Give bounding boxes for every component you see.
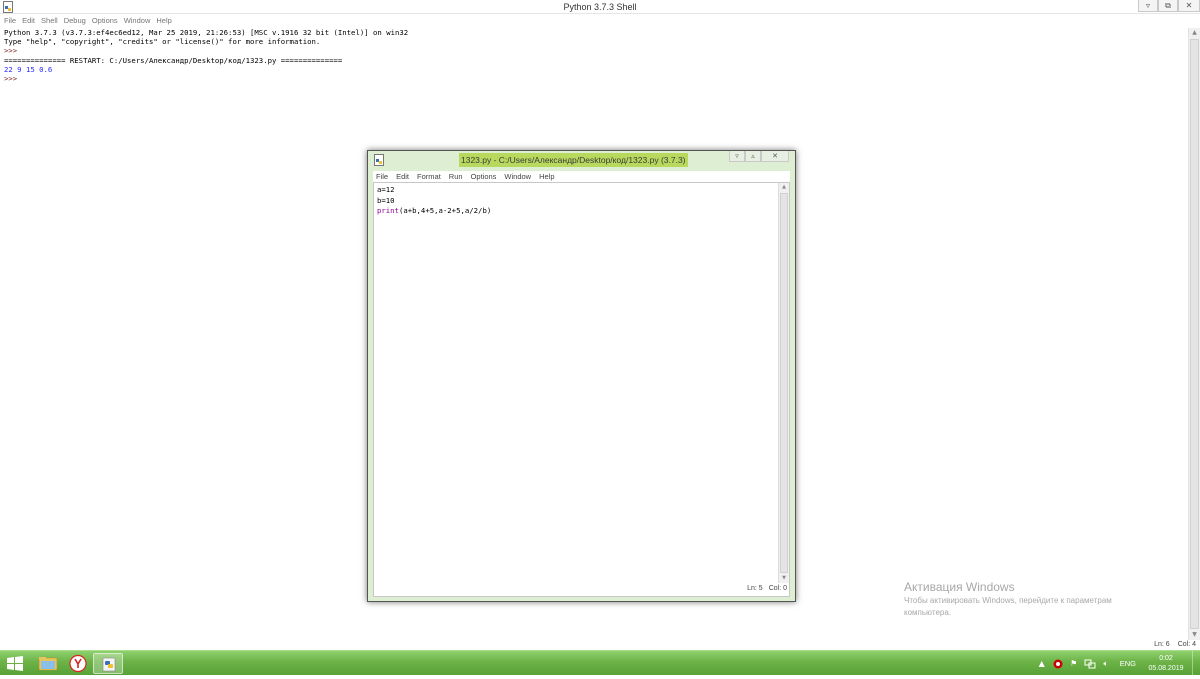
close-button[interactable]: ✕: [1178, 0, 1200, 12]
editor-menu-format[interactable]: Format: [417, 171, 445, 182]
code-args: (a+b,4+5,a-2+5,a/2/b): [398, 206, 492, 216]
shell-vertical-scrollbar[interactable]: ▲ ▼: [1188, 28, 1200, 640]
menu-options[interactable]: Options: [92, 15, 122, 27]
system-tray: ▲ ⚑ 🔈︎ ENG 0:02 05.08.2019: [1032, 651, 1200, 676]
editor-menu-edit[interactable]: Edit: [396, 171, 413, 182]
editor-window-controls: ▿ ▵ ✕: [729, 151, 789, 162]
activation-title: Активация Windows: [904, 580, 1015, 594]
clock-date: 05.08.2019: [1148, 664, 1184, 672]
menu-window[interactable]: Window: [124, 15, 155, 27]
taskbar-browser-button[interactable]: [63, 653, 93, 674]
menu-shell[interactable]: Shell: [41, 15, 62, 27]
editor-minimize-button[interactable]: ▿: [729, 151, 745, 162]
status-col: Col: 4: [1177, 641, 1196, 648]
input-language[interactable]: ENG: [1120, 659, 1136, 668]
scroll-thumb[interactable]: [780, 193, 788, 573]
show-hidden-icons-icon[interactable]: ▲: [1036, 658, 1048, 670]
shell-prompt: >>>: [4, 46, 22, 56]
clock[interactable]: 0:02 05.08.2019: [1144, 654, 1188, 674]
editor-menu-help[interactable]: Help: [539, 171, 558, 182]
shell-titlebar[interactable]: Python 3.7.3 Shell ▿ ⧉ ✕: [0, 0, 1200, 14]
volume-icon[interactable]: 🔈︎: [1100, 658, 1112, 670]
restore-icon: ⧉: [1165, 0, 1171, 10]
start-button-windows-icon[interactable]: [4, 654, 26, 673]
editor-maximize-button[interactable]: ▵: [745, 151, 761, 162]
menu-debug[interactable]: Debug: [64, 15, 90, 27]
minimize-icon: ▿: [1145, 1, 1150, 10]
shell-output-line: 22 9 15 0.6: [4, 64, 53, 74]
code-line: b=10: [377, 195, 395, 205]
editor-title: 1323.py - C:/Users/Александр/Desktop/код…: [459, 153, 688, 167]
maximize-button[interactable]: ⧉: [1158, 0, 1178, 12]
shell-window-controls: ▿ ⧉ ✕: [1138, 0, 1200, 12]
editor-menu-options[interactable]: Options: [471, 171, 501, 182]
close-icon: ✕: [772, 152, 778, 160]
editor-body: a=12 b=10 print(a+b,4+5,a-2+5,a/2/b) ▲ ▼ L…: [373, 182, 790, 597]
action-center-flag-icon[interactable]: ⚑: [1068, 658, 1080, 670]
editor-menubar: File Edit Format Run Options Window Help: [373, 171, 790, 182]
idle-file-icon: [374, 154, 384, 166]
taskbar-explorer-button[interactable]: [33, 653, 63, 674]
minimize-button[interactable]: ▿: [1138, 0, 1158, 12]
editor-statusbar: Ln: 5 Col: 0: [747, 584, 787, 594]
code-line: a=12: [377, 185, 395, 194]
menu-edit[interactable]: Edit: [22, 15, 39, 27]
editor-titlebar[interactable]: 1323.py - C:/Users/Александр/Desktop/код…: [368, 151, 795, 169]
editor-menu-run[interactable]: Run: [449, 171, 467, 182]
python-icon: [102, 657, 116, 672]
status-line: Ln: 6: [1154, 641, 1170, 648]
taskbar: ▲ ⚑ 🔈︎ ENG 0:02 05.08.2019: [0, 650, 1200, 676]
clock-time: 0:02: [1159, 654, 1173, 662]
maximize-icon: ▵: [751, 152, 755, 160]
code-editor-text[interactable]: a=12 b=10 print(a+b,4+5,a-2+5,a/2/b): [377, 185, 777, 585]
status-line: Ln: 5: [747, 585, 763, 592]
shell-title: Python 3.7.3 Shell: [563, 2, 637, 12]
minimize-icon: ▿: [735, 152, 739, 160]
menu-help[interactable]: Help: [156, 15, 175, 27]
yandex-browser-icon: [69, 654, 87, 673]
shell-prompt: >>>: [4, 74, 22, 84]
shell-menubar: File Edit Shell Debug Options Window Hel…: [0, 15, 1200, 27]
activation-watermark: Активация Windows Чтобы активировать Win…: [904, 579, 1194, 619]
folder-icon: [38, 657, 58, 671]
shell-banner-line: Python 3.7.3 (v3.7.3:ef4ec6ed12, Mar 25 …: [4, 28, 409, 37]
editor-window: 1323.py - C:/Users/Александр/Desktop/код…: [367, 150, 796, 602]
activation-text: Чтобы активировать Windows, перейдите к …: [904, 596, 1112, 617]
taskbar-python-button[interactable]: [93, 653, 123, 674]
show-desktop-button[interactable]: [1192, 651, 1200, 676]
shell-statusbar: Ln: 6 Col: 4: [1154, 640, 1196, 650]
scroll-up-icon[interactable]: ▲: [779, 183, 789, 192]
editor-menu-window[interactable]: Window: [504, 171, 535, 182]
scroll-down-icon[interactable]: ▼: [1189, 630, 1200, 640]
menu-file[interactable]: File: [4, 15, 20, 27]
editor-menu-file[interactable]: File: [376, 171, 392, 182]
editor-close-button[interactable]: ✕: [761, 151, 789, 162]
editor-vertical-scrollbar[interactable]: ▲ ▼: [778, 183, 789, 583]
shell-restart-line: ============== RESTART: C:/Users/Алексан…: [4, 55, 343, 65]
close-icon: ✕: [1185, 1, 1193, 10]
scroll-thumb[interactable]: [1190, 39, 1199, 629]
status-col: Col: 0: [768, 585, 787, 592]
shell-banner-line: Type "help", "copyright", "credits" or "…: [4, 37, 321, 47]
antivirus-icon[interactable]: [1052, 658, 1064, 670]
scroll-down-icon[interactable]: ▼: [779, 574, 789, 583]
network-icon[interactable]: [1084, 658, 1096, 670]
code-line: print(a+b,4+5,a-2+5,a/2/b): [377, 206, 777, 217]
builtin-keyword: print: [377, 206, 399, 216]
scroll-up-icon[interactable]: ▲: [1189, 28, 1200, 38]
